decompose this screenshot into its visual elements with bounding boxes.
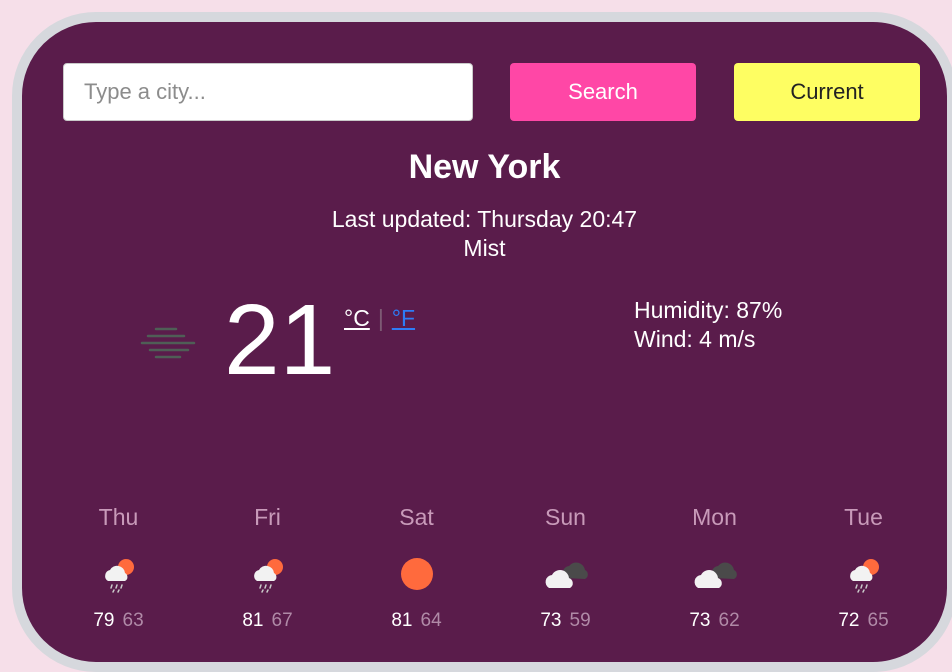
forecast-max: 81 bbox=[242, 610, 264, 631]
city-name: New York bbox=[408, 148, 561, 186]
forecast-temps: 72 65 bbox=[789, 610, 938, 632]
forecast-max: 73 bbox=[540, 610, 562, 631]
weather-card: Search Current New York Last updated: Th… bbox=[12, 12, 952, 672]
forecast-min: 62 bbox=[718, 610, 740, 631]
forecast-temps: 81 64 bbox=[342, 610, 491, 632]
forecast-day-name: Fri bbox=[254, 504, 281, 530]
forecast: Thu 79 63 Fri 81 67 Sat 81 64 Sun 73 59 … bbox=[44, 504, 938, 634]
unit-switch: °C | °F bbox=[344, 305, 415, 332]
current-temperature: 21 bbox=[224, 284, 336, 396]
forecast-max: 72 bbox=[838, 610, 860, 631]
forecast-day-name: Thu bbox=[98, 504, 139, 530]
weather-description: Mist bbox=[463, 235, 506, 261]
forecast-temps: 73 59 bbox=[491, 610, 640, 632]
last-updated: Last updated: Thursday 20:47 bbox=[331, 206, 638, 232]
fahrenheit-link[interactable]: °F bbox=[392, 305, 415, 331]
forecast-min: 63 bbox=[122, 610, 144, 631]
search-button[interactable]: Search bbox=[510, 63, 696, 121]
forecast-day: Fri 81 67 bbox=[193, 504, 342, 632]
forecast-min: 67 bbox=[271, 610, 293, 631]
forecast-max: 79 bbox=[93, 610, 115, 631]
forecast-temps: 73 62 bbox=[640, 610, 789, 632]
sun-icon bbox=[400, 558, 433, 590]
forecast-min: 59 bbox=[569, 610, 591, 631]
weather-details: Humidity: 87% Wind: 4 m/s bbox=[634, 296, 782, 354]
sun-cloud-rain-icon bbox=[849, 559, 879, 593]
forecast-day-name: Sun bbox=[545, 504, 586, 530]
forecast-day: Tue 72 65 bbox=[789, 504, 938, 632]
forecast-day-name: Mon bbox=[692, 504, 737, 530]
cloudy-icon bbox=[545, 562, 588, 588]
mist-icon bbox=[140, 327, 196, 359]
humidity: Humidity: 87% bbox=[634, 297, 783, 323]
city-search-input[interactable] bbox=[63, 63, 473, 121]
forecast-min: 64 bbox=[420, 610, 442, 631]
forecast-day: Sun 73 59 bbox=[491, 504, 640, 632]
forecast-max: 73 bbox=[689, 610, 711, 631]
sun-cloud-rain-icon bbox=[253, 559, 283, 593]
sun-cloud-rain-icon bbox=[104, 559, 134, 593]
cloudy-icon bbox=[694, 562, 737, 588]
forecast-temps: 79 63 bbox=[44, 610, 193, 632]
celsius-link[interactable]: °C bbox=[344, 305, 370, 331]
forecast-day: Thu 79 63 bbox=[44, 504, 193, 632]
forecast-day: Sat 81 64 bbox=[342, 504, 491, 632]
current-location-button[interactable]: Current bbox=[734, 63, 920, 121]
forecast-day: Mon 73 62 bbox=[640, 504, 789, 632]
forecast-day-name: Tue bbox=[844, 504, 883, 530]
forecast-min: 65 bbox=[867, 610, 889, 631]
forecast-day-name: Sat bbox=[399, 504, 434, 530]
forecast-max: 81 bbox=[391, 610, 413, 631]
forecast-temps: 81 67 bbox=[193, 610, 342, 632]
wind-speed: Wind: 4 m/s bbox=[634, 326, 756, 352]
unit-separator: | bbox=[377, 305, 384, 331]
